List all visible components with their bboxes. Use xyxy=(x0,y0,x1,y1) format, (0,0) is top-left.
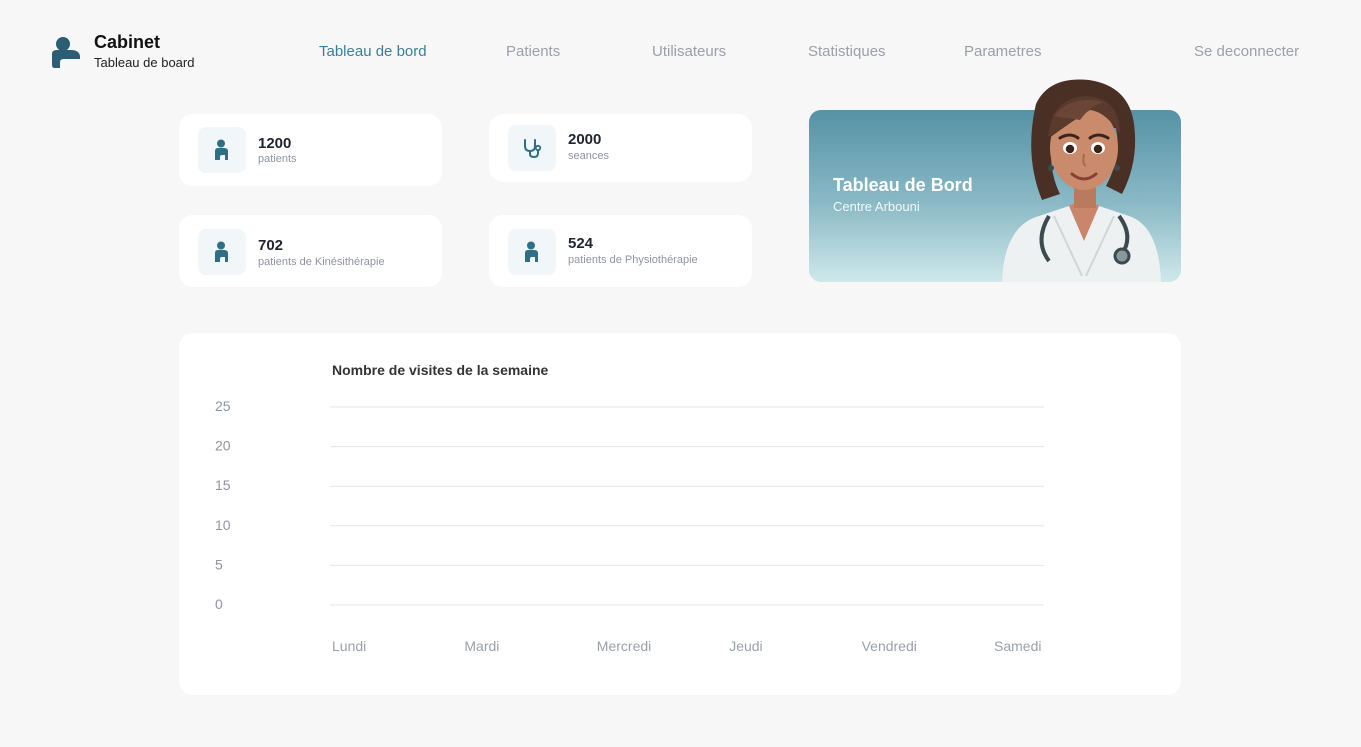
stat-card-physiotherapie[interactable]: 524 patients de Physiothérapie xyxy=(489,215,752,287)
logo-icon xyxy=(52,37,80,68)
stat-icon-box xyxy=(198,229,246,275)
x-tick-label: Mardi xyxy=(464,638,499,654)
stat-icon-box xyxy=(508,125,556,171)
stat-label: patients de Kinésithérapie xyxy=(258,256,385,268)
patient-icon xyxy=(215,241,228,262)
nav-tableau-de-bord[interactable]: Tableau de bord xyxy=(319,43,427,60)
chart-plot: 25 20 15 10 5 0 Lundi Mardi Mercredi Jeudi Vendred… xyxy=(215,398,1044,654)
y-tick-label: 10 xyxy=(215,517,231,533)
nav-parametres[interactable]: Parametres xyxy=(964,43,1042,60)
stat-value: 2000 xyxy=(568,131,602,148)
x-tick-label: Mercredi xyxy=(597,638,651,654)
stethoscope-icon xyxy=(524,139,542,159)
logo[interactable]: Cabinet Tableau de board xyxy=(49,32,209,76)
nav-utilisateurs[interactable]: Utilisateurs xyxy=(652,43,726,60)
x-tick-label: Vendredi xyxy=(862,638,917,654)
stat-value: 524 xyxy=(568,235,594,252)
hero-banner: Tableau de Bord Centre Arbouni xyxy=(809,79,1181,282)
stat-icon-box xyxy=(508,229,556,275)
stat-label: patients xyxy=(258,153,297,165)
stat-icon-box xyxy=(198,127,246,173)
stat-card-patients[interactable]: 1200 patients xyxy=(179,114,442,186)
logout-link[interactable]: Se deconnecter xyxy=(1194,43,1299,60)
patient-icon xyxy=(525,241,538,262)
y-tick-label: 5 xyxy=(215,556,223,572)
stat-card-seances[interactable]: 2000 seances xyxy=(489,114,752,182)
stat-value: 702 xyxy=(258,237,284,254)
y-tick-label: 0 xyxy=(215,596,223,612)
y-tick-label: 15 xyxy=(215,477,231,493)
hero-subtitle: Centre Arbouni xyxy=(833,199,920,214)
y-tick-label: 20 xyxy=(215,438,231,454)
patient-icon xyxy=(215,139,228,160)
x-tick-label: Jeudi xyxy=(729,638,762,654)
doctor-avatar-illustration xyxy=(1002,79,1161,282)
brand-subtitle: Tableau de board xyxy=(94,55,195,70)
nav-patients[interactable]: Patients xyxy=(506,43,560,60)
stat-card-kinesitherapie[interactable]: 702 patients de Kinésithérapie xyxy=(179,215,442,287)
stat-label: seances xyxy=(568,150,609,162)
hero-title: Tableau de Bord xyxy=(833,175,973,195)
nav-statistiques[interactable]: Statistiques xyxy=(808,43,886,60)
stat-value: 1200 xyxy=(258,135,292,152)
x-tick-label: Lundi xyxy=(332,638,366,654)
y-tick-label: 25 xyxy=(215,398,231,414)
weekly-visits-chart: Nombre de visites de la semaine 25 20 15 10… xyxy=(179,333,1181,695)
stat-label: patients de Physiothérapie xyxy=(568,254,698,266)
brand-name: Cabinet xyxy=(94,32,161,52)
x-tick-label: Samedi xyxy=(994,638,1041,654)
